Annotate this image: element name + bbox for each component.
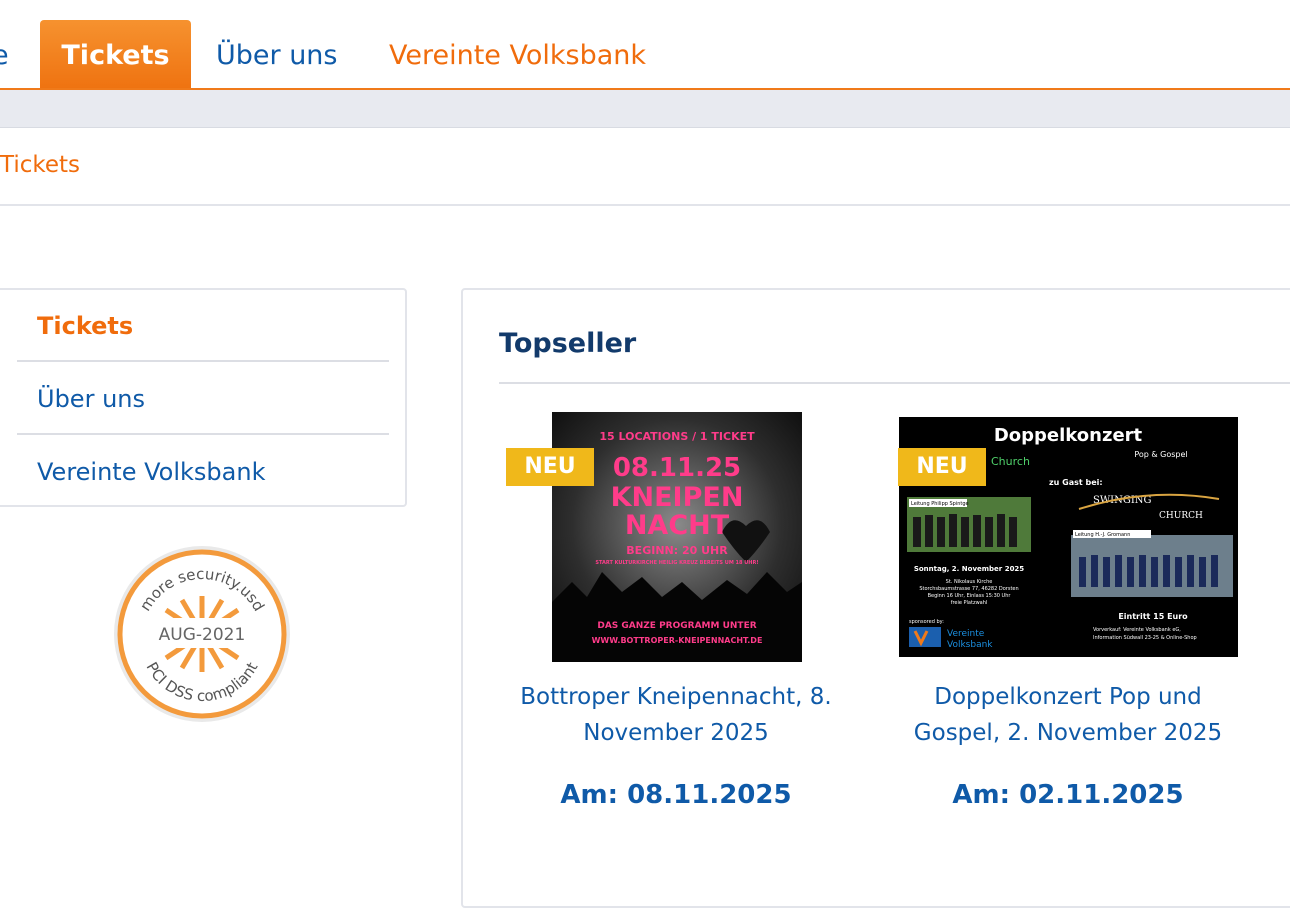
poster-sale: Vorverkauf: Vereinte Volksbank eG,	[1093, 627, 1181, 633]
poster-where: Storchsbaumstrasse 77, 46282 Dorsten	[919, 586, 1018, 592]
breadcrumb: Tickets	[0, 127, 1290, 206]
poster-line: DAS GANZE PROGRAMM UNTER	[597, 621, 756, 631]
poster-line: BEGINN: 20 UHR	[626, 544, 728, 557]
poster-line: NACHT	[625, 510, 730, 541]
poster-church2: CHURCH	[1159, 511, 1203, 521]
new-badge: NEU	[506, 448, 594, 486]
poster-guest: zu Gast bei:	[1049, 478, 1103, 487]
poster-line: START KULTURKIRCHE HEILIG KREUZ BEREITS …	[595, 560, 758, 566]
poster-where: St. Nikolaus Kirche	[946, 579, 993, 585]
breadcrumb-current[interactable]: Tickets	[0, 152, 80, 178]
sidebar-item-about[interactable]: Über uns	[17, 363, 389, 435]
header-band	[0, 90, 1290, 128]
product-name-link[interactable]: Bottroper Kneipennacht, 8. November 2025	[496, 679, 856, 751]
poster-where: freie Platzwahl	[951, 600, 988, 606]
poster-leader: Leitung Philipp Spintge	[911, 501, 969, 507]
poster-sale: Information Südwall 23-25 & Online-Shop	[1093, 635, 1197, 641]
seal-date: AUG-2021	[159, 625, 246, 645]
divider	[499, 382, 1290, 384]
poster-line: WWW.BOTTROPER-KNEIPENNACHT.DE	[592, 636, 763, 645]
sidebar-item-label: Vereinte Volksbank	[37, 458, 266, 486]
poster-leader: Leitung H.-J. Gromann	[1075, 532, 1130, 538]
top-navigation: e Tickets Über uns Vereinte Volksbank	[0, 0, 1290, 90]
sidebar-item-volksbank[interactable]: Vereinte Volksbank	[17, 436, 389, 508]
nav-item-tickets[interactable]: Tickets	[40, 20, 191, 88]
product-date: Am: 02.11.2025	[952, 780, 1184, 810]
nav-item-partial[interactable]: e	[0, 20, 9, 88]
sidebar-item-label: Über uns	[37, 385, 145, 413]
nav-item-volksbank[interactable]: Vereinte Volksbank	[389, 20, 646, 88]
nav-item-about[interactable]: Über uns	[216, 20, 338, 88]
sidebar-item-tickets[interactable]: Tickets	[17, 290, 389, 362]
pci-dss-seal: AUG-2021 more security.usd PCI DSS compl…	[114, 546, 290, 722]
poster-subtitle: Pop & Gospel	[1134, 450, 1187, 459]
poster-bank: Vereinte	[947, 629, 985, 639]
poster-where: Beginn 16 Uhr, Einlass 15:30 Uhr	[928, 593, 1012, 599]
product-date: Am: 08.11.2025	[560, 780, 792, 810]
poster-bank: Volksbank	[947, 640, 993, 650]
panel-title: Topseller	[499, 328, 637, 359]
poster-line: 15 LOCATIONS / 1 TICKET	[599, 430, 755, 443]
poster-sponsor: sponsored by:	[909, 619, 944, 625]
poster-line: 08.11.25	[613, 453, 741, 483]
sidebar-item-label: Tickets	[37, 312, 134, 340]
product-name-link[interactable]: Doppelkonzert Pop und Gospel, 2. Novembe…	[888, 679, 1248, 751]
poster-title: Doppelkonzert	[994, 425, 1143, 446]
sidebar-menu: Tickets Über uns Vereinte Volksbank	[0, 288, 407, 507]
poster-line: KNEIPEN	[611, 482, 744, 513]
poster-when: Sonntag, 2. November 2025	[914, 565, 1024, 573]
poster-entry: Eintritt 15 Euro	[1118, 612, 1188, 621]
new-badge: NEU	[898, 448, 986, 486]
poster-church: Church	[991, 455, 1030, 468]
